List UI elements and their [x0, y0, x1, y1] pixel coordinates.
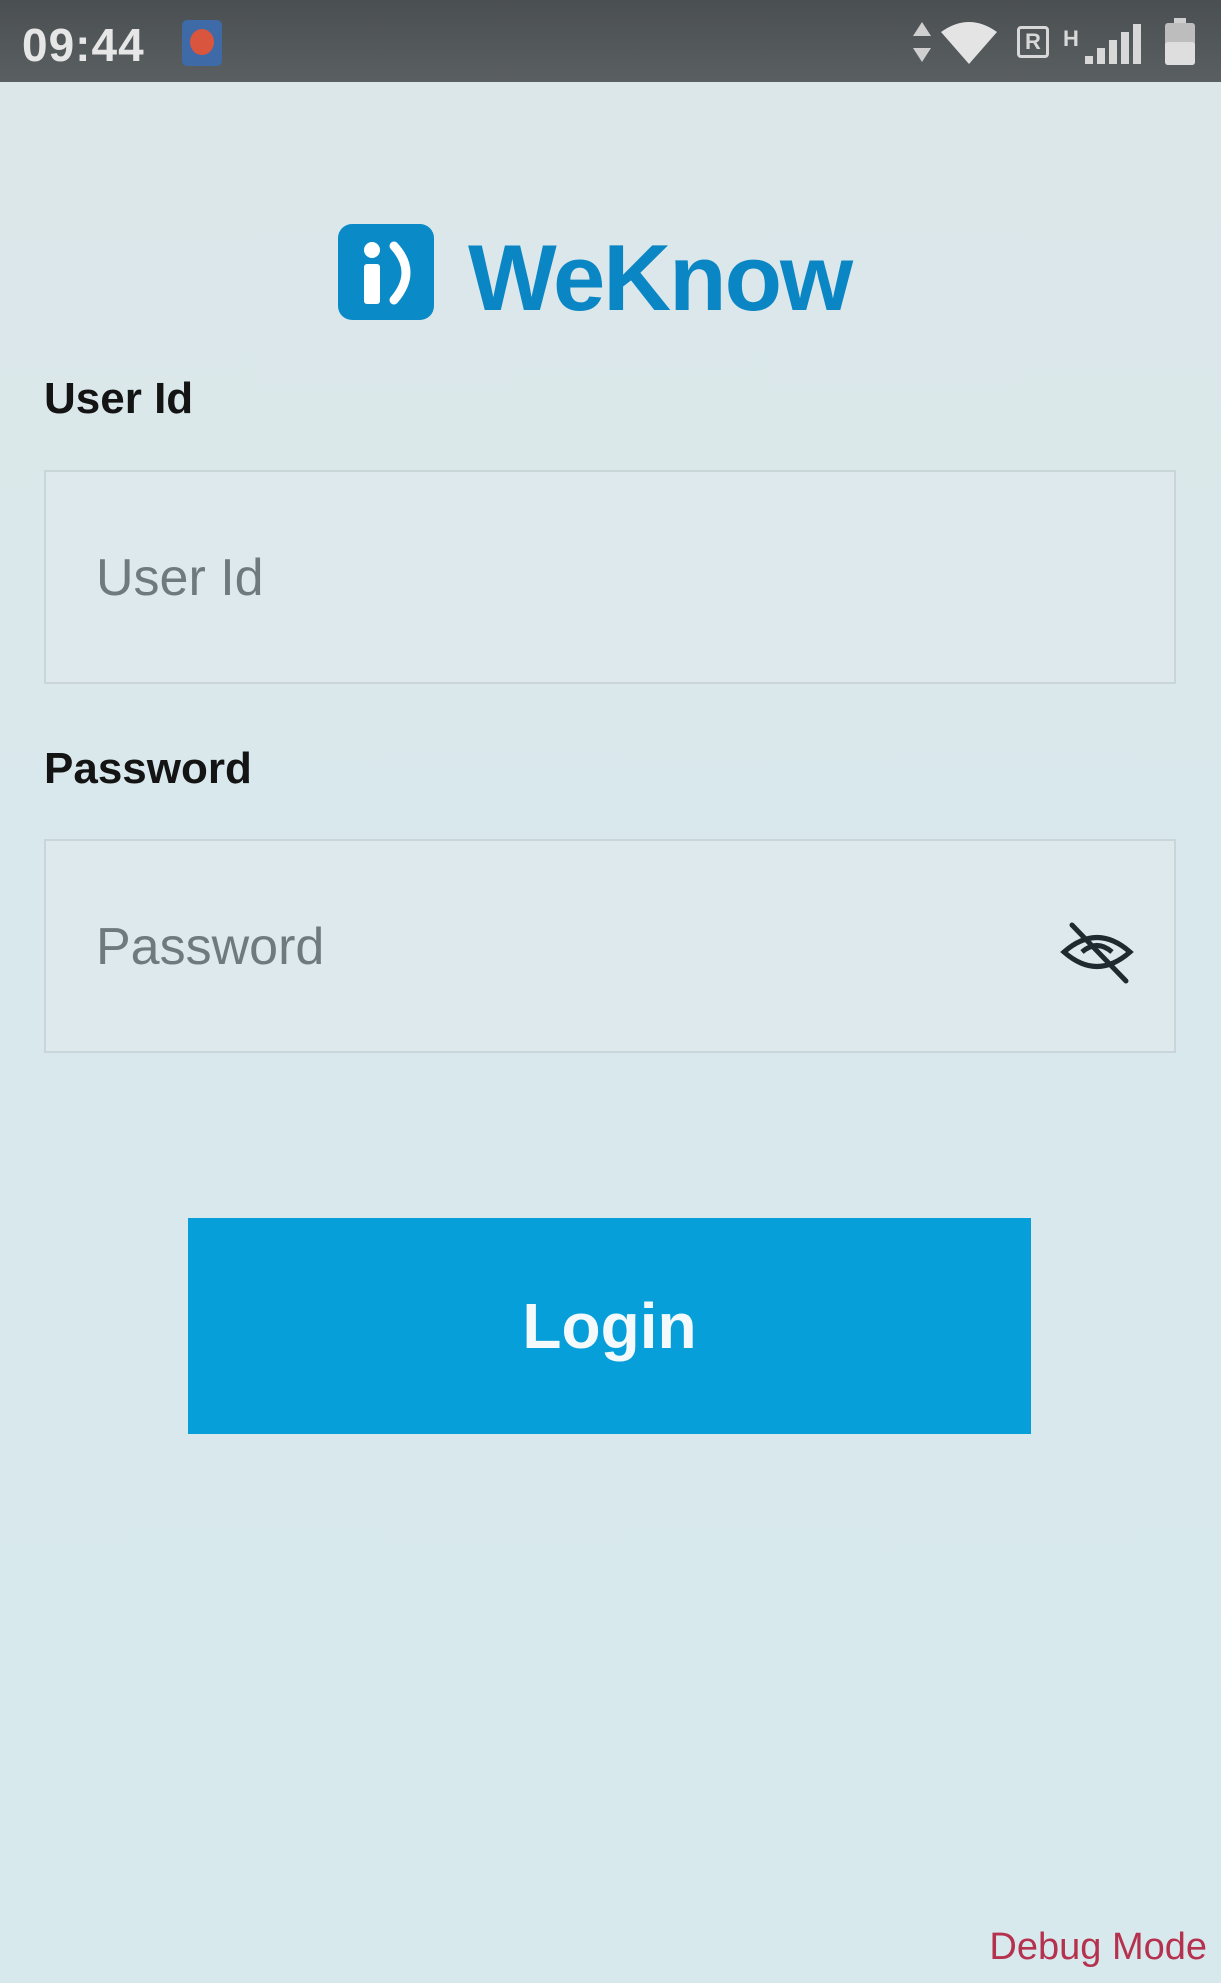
- user-id-label: User Id: [44, 374, 194, 423]
- eye-off-icon: [1060, 922, 1134, 984]
- battery-icon: [1165, 18, 1195, 65]
- notification-app-icon: [182, 20, 222, 66]
- h-signal-icon: H: [1063, 22, 1143, 66]
- roaming-r-icon: R: [1017, 26, 1049, 58]
- info-speech-icon: [338, 224, 434, 320]
- login-screen: WeKnow User Id Password Login Debug Mode: [0, 82, 1221, 1983]
- status-time: 09:44: [22, 19, 145, 71]
- login-button[interactable]: Login: [188, 1218, 1031, 1434]
- user-id-field-box: [44, 470, 1176, 684]
- brand-name: WeKnow: [468, 225, 853, 330]
- status-bar: 09:44 R H: [0, 0, 1221, 82]
- password-label: Password: [44, 744, 252, 793]
- wifi-icon: [941, 22, 997, 64]
- password-visibility-toggle[interactable]: [1058, 919, 1136, 985]
- network-type: H: [1063, 26, 1079, 51]
- password-input[interactable]: [94, 841, 998, 1053]
- debug-mode-label: Debug Mode: [989, 1926, 1207, 1968]
- roaming-letter: R: [1025, 29, 1041, 54]
- password-field-box: [44, 839, 1176, 1053]
- data-arrows-icon: [913, 22, 931, 62]
- user-id-input[interactable]: [94, 472, 998, 684]
